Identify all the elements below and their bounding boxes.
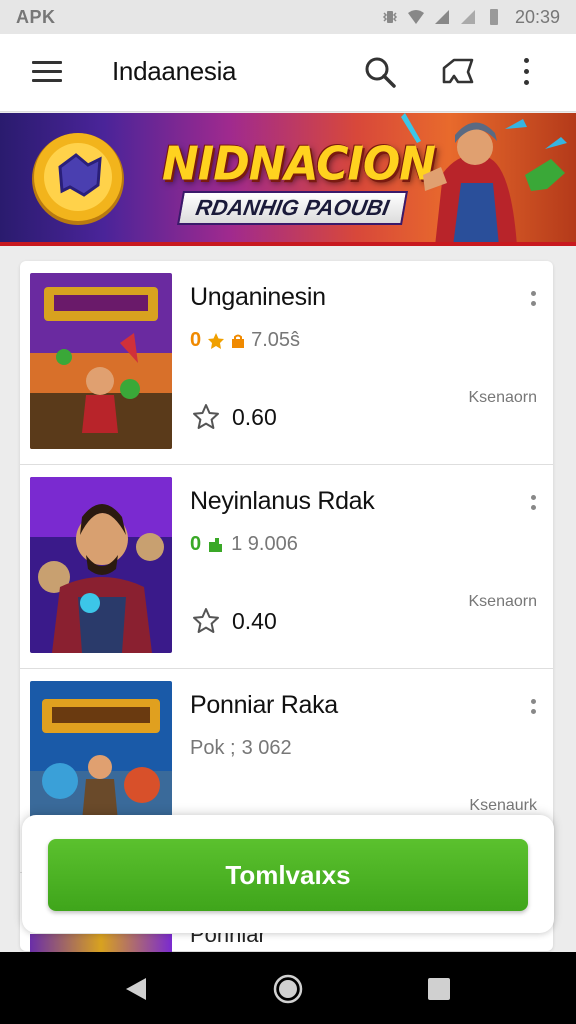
source-label: Ksenaurk bbox=[469, 797, 537, 814]
menu-icon[interactable] bbox=[32, 61, 62, 83]
meta-value: 1 9.006 bbox=[231, 533, 298, 555]
promo-banner[interactable]: NIDNACION RDANHIG PAOUBI bbox=[0, 113, 576, 246]
star-outline-icon bbox=[193, 404, 219, 429]
vibrate-icon bbox=[382, 11, 398, 23]
status-time: 20:39 bbox=[514, 6, 560, 27]
source-label: Ksenaorn bbox=[468, 389, 538, 406]
home-icon[interactable] bbox=[273, 974, 303, 1004]
rating: 0.60 bbox=[192, 403, 277, 431]
meta-prefix: 0 bbox=[190, 533, 202, 555]
game-title: Neyinlanus Rdak bbox=[190, 487, 375, 515]
install-panel: Tomlvaıxs bbox=[22, 815, 554, 933]
signal-2-icon bbox=[460, 10, 475, 24]
signal-icon bbox=[434, 10, 449, 24]
app-title: Indaanesia bbox=[112, 56, 237, 86]
list-item[interactable]: Unganinesin 0 7.05ŝ Ksenaorn 0.60 bbox=[20, 261, 553, 465]
meta-prefix: Pok ; bbox=[190, 737, 236, 759]
install-button[interactable]: Tomlvaıxs bbox=[48, 839, 528, 911]
game-title: Ponniar Raka bbox=[190, 691, 338, 719]
meta-prefix: 0 bbox=[190, 329, 202, 351]
item-menu-icon[interactable] bbox=[525, 699, 541, 727]
star-badge-icon bbox=[208, 332, 225, 349]
game-thumbnail bbox=[30, 477, 172, 653]
navigation-bar bbox=[0, 952, 576, 1024]
meta-value: 7.05ŝ bbox=[251, 329, 301, 351]
item-menu-icon[interactable] bbox=[525, 495, 541, 523]
search-icon[interactable] bbox=[362, 54, 398, 90]
game-thumbnail bbox=[30, 273, 172, 449]
lock-icon bbox=[232, 334, 245, 348]
rating-value: 0.40 bbox=[232, 607, 277, 634]
status-app-label: APK bbox=[16, 6, 56, 27]
banner-subtitle: RDANHIG PAOUBI bbox=[177, 191, 408, 225]
hero-character-icon bbox=[401, 113, 567, 242]
wifi-icon bbox=[407, 10, 424, 24]
recents-icon[interactable] bbox=[424, 974, 454, 1004]
app-bar: Indaanesia bbox=[0, 34, 576, 112]
android-badge-icon bbox=[209, 537, 223, 552]
list-item[interactable]: Neyinlanus Rdak 0 1 9.006 Ksenaorn 0.40 bbox=[20, 465, 553, 669]
back-icon[interactable] bbox=[122, 974, 152, 1004]
game-meta: Pok ; 3 062 bbox=[190, 737, 292, 760]
game-thumbnail bbox=[30, 934, 172, 952]
item-menu-icon[interactable] bbox=[525, 291, 541, 319]
source-label: Ksenaorn bbox=[468, 593, 538, 610]
meta-value: 3 062 bbox=[241, 737, 292, 759]
game-title: Unganinesin bbox=[190, 283, 326, 311]
star-outline-icon bbox=[193, 608, 219, 633]
coin-emblem-icon bbox=[32, 133, 124, 225]
overflow-menu-icon[interactable] bbox=[516, 54, 536, 90]
game-meta: 0 7.05ŝ bbox=[190, 329, 300, 352]
status-bar: APK 20:39 bbox=[0, 0, 576, 34]
rating-value: 0.60 bbox=[232, 403, 277, 430]
share-icon[interactable] bbox=[440, 54, 476, 90]
rating: 0.40 bbox=[192, 607, 277, 635]
game-meta: 0 1 9.006 bbox=[190, 533, 298, 556]
battery-icon bbox=[489, 9, 498, 25]
